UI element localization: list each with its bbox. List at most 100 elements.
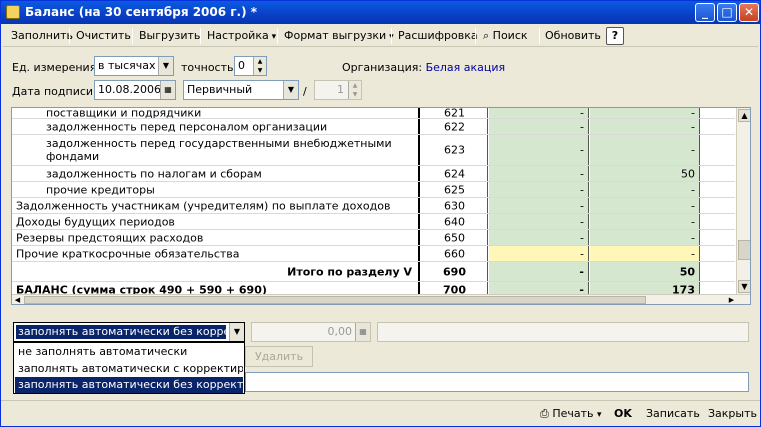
line-code-cell[interactable]: 650 [422, 230, 488, 245]
period-start-value-cell[interactable]: - [489, 214, 589, 229]
save-button[interactable]: Записать [646, 405, 700, 423]
period-end-value-cell[interactable]: - [590, 246, 700, 261]
period-start-value-cell-text: - [580, 247, 584, 260]
table-row[interactable]: Доходы будущих периодов 640 - - [12, 214, 735, 230]
table-row[interactable]: задолженность по налогам и сборам 624 - 50 [12, 166, 735, 182]
line-code-cell[interactable]: 690 [422, 262, 488, 281]
help-button[interactable]: ? [606, 27, 624, 45]
period-start-value-cell[interactable]: - [489, 246, 589, 261]
fill-mode-option[interactable]: не заполнять автоматически [15, 344, 243, 360]
table-row[interactable]: Итого по разделу V 690 - 50 [12, 262, 735, 282]
scroll-left-icon[interactable]: ◀ [12, 295, 23, 304]
period-end-value-cell[interactable]: - [590, 214, 700, 229]
indicator-name-cell[interactable]: Задолженность участникам (учредителям) п… [12, 198, 420, 213]
scroll-thumb[interactable] [738, 240, 750, 260]
indicator-name-cell[interactable]: Итого по разделу V [12, 262, 420, 281]
indicator-name-cell[interactable]: Прочие краткосрочные обязательства [12, 246, 420, 261]
period-end-value-cell[interactable]: - [590, 198, 700, 213]
settings-menu[interactable]: Настройка [205, 27, 278, 45]
empty-cell [701, 166, 735, 181]
indicator-name-cell[interactable]: задолженность перед государственными вне… [12, 135, 420, 165]
period-end-value-cell[interactable]: - [590, 182, 700, 197]
line-code-cell[interactable]: 621 [422, 107, 488, 118]
period-end-value-cell-text: - [691, 143, 695, 157]
period-end-value-cell[interactable]: 50 [590, 166, 700, 181]
precision-stepper[interactable]: 0 ▲ ▼ [234, 56, 267, 76]
table-row[interactable]: Задолженность участникам (учредителям) п… [12, 198, 735, 214]
fill-mode-option[interactable]: заполнять автоматически без корректиро..… [15, 377, 243, 393]
dropdown-arrow-icon[interactable]: ▼ [158, 57, 173, 75]
line-code-cell[interactable]: 640 [422, 214, 488, 229]
period-start-value-cell[interactable]: - [489, 182, 589, 197]
fill-button[interactable]: Заполнить [9, 27, 75, 45]
breakdown-button[interactable]: Расшифровка [396, 27, 480, 45]
vertical-scrollbar[interactable]: ▲ ▼ [736, 108, 750, 294]
period-start-value-cell[interactable]: - [489, 119, 589, 134]
refresh-button[interactable]: Обновить [543, 27, 603, 45]
clear-button[interactable]: Очистить [74, 27, 133, 45]
period-start-value-cell[interactable]: - [489, 230, 589, 245]
line-code-cell-text: 621 [444, 107, 465, 118]
line-code-cell[interactable]: 623 [422, 135, 488, 165]
line-code-cell[interactable]: 622 [422, 119, 488, 134]
search-button[interactable]: ⌕ Поиск [481, 27, 530, 45]
toolbar-separator [391, 28, 392, 44]
period-end-value-cell[interactable]: - [590, 230, 700, 245]
sign-date-field[interactable]: 10.08.2006 ▦ [94, 80, 176, 100]
export-button[interactable]: Выгрузить [137, 27, 202, 45]
table-row[interactable]: Резервы предстоящих расходов 650 - - [12, 230, 735, 246]
dropdown-arrow-icon[interactable]: ▼ [283, 81, 298, 99]
line-code-cell[interactable]: 630 [422, 198, 488, 213]
footer-bar: ⎙ Печать ▾ OK Записать Закрыть [1, 400, 760, 426]
export-format-menu[interactable]: Формат выгрузки [282, 27, 396, 45]
table-row[interactable]: Прочие краткосрочные обязательства 660 - - [12, 246, 735, 262]
print-menu[interactable]: ⎙ Печать ▾ [540, 405, 602, 423]
line-code-cell[interactable]: 660 [422, 246, 488, 261]
fill-mode-select[interactable]: заполнять автоматически без корректиро ▼ [13, 322, 245, 342]
ok-button[interactable]: OK [614, 405, 632, 423]
scroll-thumb[interactable] [24, 296, 646, 304]
table-row[interactable]: задолженность перед государственными вне… [12, 135, 735, 166]
close-form-button[interactable]: Закрыть [708, 405, 757, 423]
calendar-icon[interactable]: ▦ [160, 81, 175, 99]
period-end-value-cell[interactable]: - [590, 135, 700, 165]
period-end-value-cell[interactable]: - [590, 119, 700, 134]
period-start-value-cell[interactable]: - [489, 108, 589, 118]
table-row[interactable]: поставщики и подрядчики 621 - - [12, 107, 735, 119]
table-row[interactable]: прочие кредиторы 625 - - [12, 182, 735, 198]
indicator-name-cell[interactable]: Доходы будущих периодов [12, 214, 420, 229]
line-code-cell[interactable]: 624 [422, 166, 488, 181]
report-kind-select[interactable]: Первичный ▼ [183, 80, 299, 100]
indicator-name-cell[interactable]: задолженность по налогам и сборам [12, 166, 420, 181]
period-start-value-cell[interactable]: - [489, 166, 589, 181]
fill-mode-option[interactable]: заполнять автоматически с корректировк..… [15, 361, 243, 377]
unit-select[interactable]: в тысячах р ▼ [94, 56, 174, 76]
window-title: Баланс (на 30 сентября 2006 г.) * [25, 5, 258, 19]
indicator-name-cell[interactable]: Резервы предстоящих расходов [12, 230, 420, 245]
dropdown-arrow-icon[interactable]: ▼ [229, 323, 244, 341]
empty-cell [701, 198, 735, 213]
period-end-value-cell[interactable]: - [590, 108, 700, 118]
close-button[interactable]: ✕ [739, 3, 759, 22]
spin-arrows-icon[interactable]: ▲ ▼ [253, 57, 266, 75]
maximize-button[interactable]: □ [717, 3, 737, 22]
indicator-name-cell[interactable]: прочие кредиторы [12, 182, 420, 197]
indicator-name-cell[interactable]: задолженность перед персоналом организац… [12, 119, 420, 134]
scroll-up-icon[interactable]: ▲ [738, 109, 750, 122]
line-code-cell[interactable]: 625 [422, 182, 488, 197]
period-end-value-cell[interactable]: 50 [590, 262, 700, 281]
note-field[interactable] [245, 372, 749, 392]
horizontal-scrollbar[interactable]: ◀ ▶ [12, 294, 750, 304]
version-stepper: 1 ▲ ▼ [314, 80, 362, 100]
organization-link[interactable]: Белая акация [426, 61, 506, 74]
minimize-button[interactable]: _ [695, 3, 715, 22]
scroll-right-icon[interactable]: ▶ [726, 295, 737, 304]
indicator-name-cell[interactable]: поставщики и подрядчики [12, 108, 420, 118]
period-start-value-cell[interactable]: - [489, 198, 589, 213]
balance-table[interactable]: поставщики и подрядчики 621- - задолженност… [11, 107, 751, 305]
scroll-down-icon[interactable]: ▼ [738, 280, 750, 293]
table-row[interactable]: задолженность перед персоналом организац… [12, 119, 735, 135]
line-code-cell-text: 624 [444, 167, 465, 180]
period-start-value-cell[interactable]: - [489, 262, 589, 281]
period-start-value-cell[interactable]: - [489, 135, 589, 165]
